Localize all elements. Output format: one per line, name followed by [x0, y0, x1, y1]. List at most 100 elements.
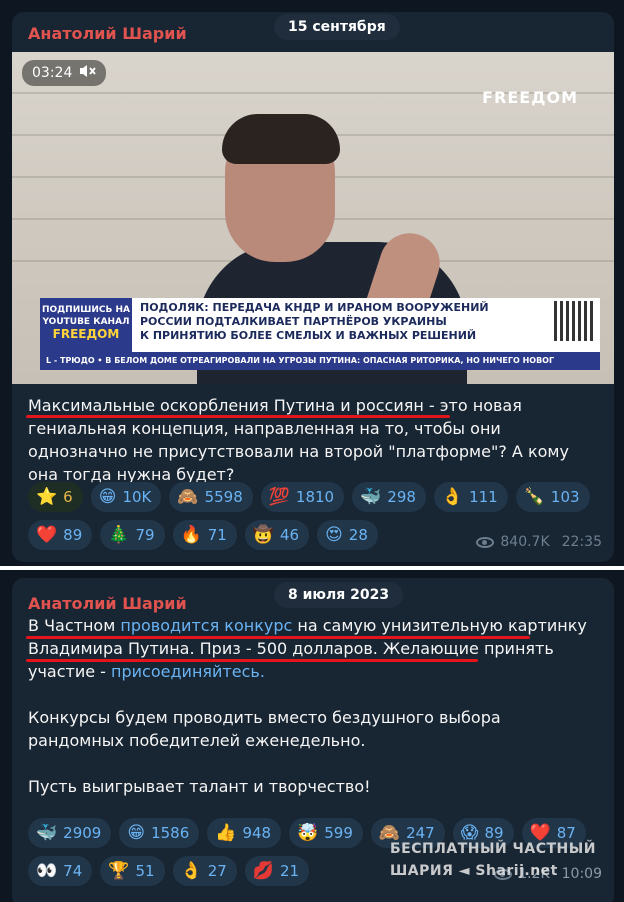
muted-speaker-icon[interactable] [78, 63, 97, 83]
divider [0, 566, 624, 570]
headline-line: ПОДОЛЯК: ПЕРЕДАЧА КНДР И ИРАНОМ ВООРУЖЕН… [140, 301, 489, 314]
reaction-pill[interactable]: 👀 74 [28, 856, 93, 886]
join-link[interactable]: присоединяйтесь. [111, 662, 265, 681]
underlined-phrase: Максимальные оскорбления Путина и россия… [28, 396, 424, 415]
heart-eyes-icon: 😍 [325, 524, 343, 545]
grin-icon: 😁 [127, 822, 146, 843]
cowboy-face-icon: 🤠 [252, 524, 274, 545]
ok-hand-icon: 👌 [180, 860, 202, 881]
grin-icon: 😁 [98, 486, 117, 507]
contest-link[interactable]: проводится конкурс [120, 616, 292, 635]
news-lower-third: ПОДПИШИСЬ НА YOUTUBE КАНАЛ FREEДOM ПОДОЛ… [40, 298, 600, 370]
reaction-pill[interactable]: 😁 1586 [119, 818, 200, 848]
red-underline [26, 659, 478, 662]
video-duration-badge[interactable]: 03:24 [22, 60, 107, 86]
eyes-icon: 👀 [36, 860, 58, 881]
reaction-pill[interactable]: 🤯 599 [289, 818, 363, 848]
speaker-hair [222, 114, 340, 164]
date-separator: 15 сентября [274, 14, 400, 40]
reaction-pill[interactable]: 🐳 298 [352, 482, 426, 512]
kiss-icon: 💋 [252, 860, 274, 881]
reaction-count: 5598 [204, 488, 243, 506]
news-ticker: L - ТРЮДО • В БЕЛОМ ДОМЕ ОТРЕАГИРОВАЛИ Н… [40, 352, 600, 370]
message-time: 22:35 [561, 534, 602, 550]
trophy-icon: 🏆 [108, 860, 130, 881]
message-text: Максимальные оскорбления Путина и россия… [28, 394, 598, 486]
ok-hand-icon: 👌 [441, 486, 464, 507]
reaction-count: 1586 [151, 824, 190, 842]
reaction-count: 89 [63, 526, 83, 544]
see-no-evil-monkey-icon: 🙈 [177, 486, 199, 507]
reaction-count: 6 [63, 488, 73, 506]
fire-icon: 🔥 [180, 524, 202, 545]
reaction-count: 111 [469, 488, 498, 506]
message-paragraph: Конкурсы будем проводить вместо бездушно… [28, 708, 501, 750]
reaction-pill[interactable]: 👍 948 [207, 818, 282, 848]
text-span: В Частном [28, 616, 121, 635]
thumbs-up-icon: 👍 [215, 822, 237, 843]
reaction-pill[interactable]: 🐳 2909 [28, 818, 112, 848]
reaction-count: 2909 [63, 824, 102, 842]
watermark-line: БЕСПЛАТНЫЙ ЧАСТНЫЙ [390, 841, 596, 857]
champagne-icon: 🍾 [523, 486, 545, 507]
reaction-count: 71 [207, 526, 227, 544]
reaction-pill[interactable]: 😍 28 [317, 520, 378, 550]
brand-name: FREEДOM [52, 327, 120, 341]
watermark-line: ШАРИЯ ◄ Sharij.net [390, 863, 558, 879]
qr-code-icon [554, 301, 594, 341]
reaction-count: 298 [387, 488, 416, 506]
lower-third-brand: ПОДПИШИСЬ НА YOUTUBE КАНАЛ FREEДOM [40, 298, 132, 352]
reaction-count: 28 [348, 526, 368, 544]
reaction-count: 103 [550, 488, 580, 506]
reaction-pill[interactable]: 🙈 5598 [169, 482, 253, 512]
reaction-count: 21 [279, 862, 300, 880]
brand-line: ПОДПИШИСЬ НА [41, 305, 130, 315]
whale-icon: 🐳 [360, 486, 382, 507]
headline-line: К ПРИНЯТИЮ БОЛЕЕ СМЕЛЫХ И ВАЖНЫХ РЕШЕНИЙ [140, 329, 477, 342]
message-meta: 840.7K 22:35 [476, 534, 602, 550]
reaction-pill[interactable]: 💋 21 [244, 856, 310, 886]
reaction-count: 10K [122, 488, 152, 506]
view-count: 840.7K [500, 534, 550, 550]
reaction-pill[interactable]: ❤️ 89 [28, 520, 93, 550]
reaction-count: 74 [63, 862, 83, 880]
whale-icon: 🐳 [36, 822, 58, 843]
author-name[interactable]: Анатолий Шарий [28, 24, 187, 43]
reaction-pill[interactable]: 🔥 71 [172, 520, 237, 550]
views-eye-icon [476, 536, 495, 548]
channel-logo: FREEДOM [482, 88, 578, 107]
reaction-pill[interactable]: 😁 10K [90, 482, 162, 512]
reaction-count: 27 [207, 862, 227, 880]
reaction-pill[interactable]: 👌 111 [433, 482, 508, 512]
message-bubble: Анатолий Шарий 03:24 FREEДOM ПОДПИШИСЬ Н… [12, 12, 614, 562]
heart-icon: ❤️ [36, 524, 58, 545]
video-duration: 03:24 [32, 65, 73, 81]
exploding-head-icon: 🤯 [297, 822, 319, 843]
star-icon: ⭐ [36, 486, 58, 507]
reaction-count: 51 [135, 862, 155, 880]
reaction-pill[interactable]: ⭐ 6 [28, 482, 83, 512]
reaction-pill[interactable]: 🏆 51 [100, 856, 165, 886]
date-separator: 8 июля 2023 [274, 582, 404, 608]
watermark: БЕСПЛАТНЫЙ ЧАСТНЫЙ ШАРИЯ ◄ Sharij.net [390, 838, 596, 882]
reaction-count: 948 [242, 824, 272, 842]
reaction-pill[interactable]: 🍾 103 [515, 482, 590, 512]
hundred-icon: 💯 [268, 486, 290, 507]
author-name[interactable]: Анатолий Шарий [28, 594, 187, 613]
reaction-pill[interactable]: 🎄 79 [100, 520, 165, 550]
red-underline [26, 415, 450, 418]
video-preview[interactable]: 03:24 FREEДOM ПОДПИШИСЬ НА YOUTUBE КАНАЛ… [12, 52, 614, 384]
message-paragraph: В Частном проводится конкурс на самую ун… [28, 614, 598, 683]
christmas-tree-icon: 🎄 [108, 524, 130, 545]
reaction-pill[interactable]: 🤠 46 [244, 520, 310, 550]
message-text: В Частном проводится конкурс на самую ун… [28, 614, 598, 798]
reaction-pill[interactable]: 💯 1810 [260, 482, 345, 512]
headline-line: РОССИИ ПОДТАЛКИВАЕТ ПАРТНЁРОВ УКРАИНЫ [140, 315, 447, 328]
lower-third-headline: ПОДОЛЯК: ПЕРЕДАЧА КНДР И ИРАНОМ ВООРУЖЕН… [140, 301, 520, 343]
reaction-pill[interactable]: 👌 27 [172, 856, 237, 886]
reaction-count: 46 [279, 526, 300, 544]
reaction-count: 1810 [295, 488, 335, 506]
reaction-count: 599 [324, 824, 353, 842]
red-underline [26, 636, 530, 639]
reaction-count: 79 [135, 526, 155, 544]
